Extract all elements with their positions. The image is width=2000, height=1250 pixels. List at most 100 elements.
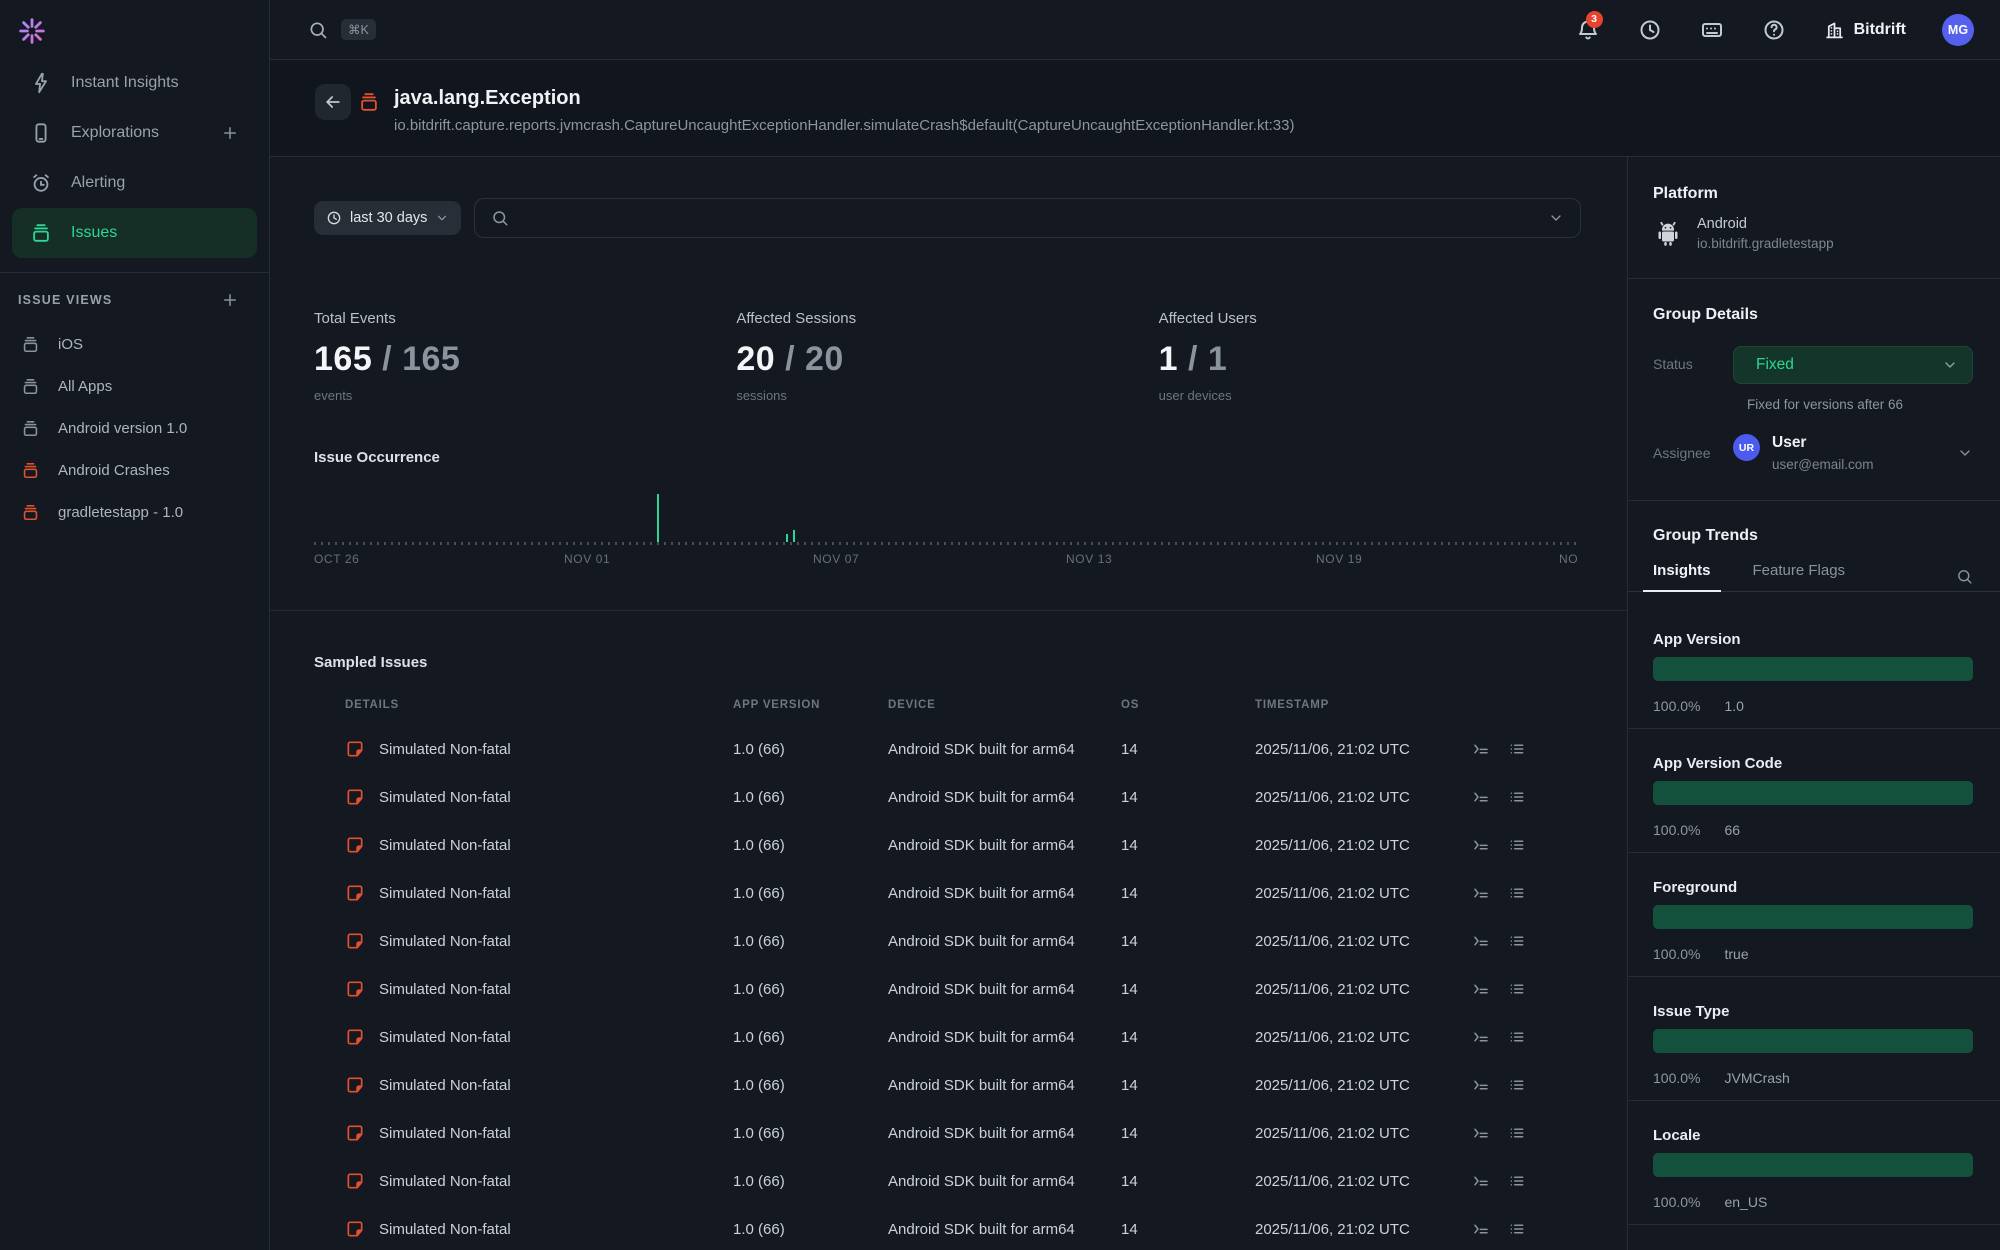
- table-row[interactable]: Simulated Non-fatal 1.0 (66) Android SDK…: [345, 917, 1581, 965]
- view-details-list-icon[interactable]: [1508, 932, 1526, 950]
- history-button[interactable]: [1638, 18, 1662, 42]
- view-timeline-icon[interactable]: [1472, 884, 1490, 902]
- bitdrift-logo-icon[interactable]: [16, 15, 48, 47]
- issue-views-list: iOS All Apps Android version 1.0 Android…: [0, 323, 269, 533]
- sidebar-item-issues[interactable]: Issues: [12, 208, 257, 258]
- view-details-list-icon[interactable]: [1508, 1220, 1526, 1238]
- back-button[interactable]: [315, 84, 351, 120]
- sidebar-issue-view-item[interactable]: iOS: [0, 323, 269, 365]
- trends-list: App Version 100.0% 1.0 App Version Code …: [1628, 592, 2000, 1225]
- search-icon[interactable]: [1956, 568, 1973, 585]
- chart-bar[interactable]: [786, 534, 788, 542]
- cell-timestamp: 2025/11/06, 21:02 UTC: [1255, 885, 1450, 902]
- sidebar-issue-view-item[interactable]: All Apps: [0, 365, 269, 407]
- cell-device: Android SDK built for arm64: [888, 1029, 1121, 1046]
- table-row[interactable]: Simulated Non-fatal 1.0 (66) Android SDK…: [345, 965, 1581, 1013]
- view-timeline-icon[interactable]: [1472, 836, 1490, 854]
- cell-timestamp: 2025/11/06, 21:02 UTC: [1255, 741, 1450, 758]
- chart-bar[interactable]: [657, 494, 659, 542]
- add-issue-view-button[interactable]: [221, 291, 239, 309]
- user-avatar[interactable]: MG: [1942, 14, 1974, 46]
- add-exploration-button[interactable]: [221, 124, 239, 142]
- trend-model: Model: [1628, 1225, 2000, 1250]
- time-range-dropdown[interactable]: last 30 days: [314, 201, 461, 235]
- assignee-avatar[interactable]: UR: [1733, 434, 1760, 461]
- table-row[interactable]: Simulated Non-fatal 1.0 (66) Android SDK…: [345, 821, 1581, 869]
- chart-bar[interactable]: [793, 530, 795, 542]
- tab-feature-flags[interactable]: Feature Flags: [1753, 562, 1846, 591]
- trend-bar[interactable]: [1653, 657, 1973, 681]
- stat-unit: events: [314, 388, 736, 403]
- trend-bar[interactable]: [1653, 1153, 1973, 1177]
- table-row[interactable]: Simulated Non-fatal 1.0 (66) Android SDK…: [345, 773, 1581, 821]
- view-details-list-icon[interactable]: [1508, 788, 1526, 806]
- view-details-list-icon[interactable]: [1508, 740, 1526, 758]
- status-dropdown[interactable]: Fixed: [1733, 346, 1973, 384]
- view-details-list-icon[interactable]: [1508, 884, 1526, 902]
- table-row[interactable]: Simulated Non-fatal 1.0 (66) Android SDK…: [345, 725, 1581, 773]
- trend-bar[interactable]: [1653, 905, 1973, 929]
- keyboard-icon: [1700, 18, 1724, 42]
- trend-bar[interactable]: [1653, 1029, 1973, 1053]
- trend-percent: 100.0%: [1653, 822, 1700, 838]
- view-details-list-icon[interactable]: [1508, 836, 1526, 854]
- view-timeline-icon[interactable]: [1472, 1124, 1490, 1142]
- chevron-down-icon[interactable]: [1548, 210, 1564, 226]
- view-timeline-icon[interactable]: [1472, 932, 1490, 950]
- view-timeline-icon[interactable]: [1472, 740, 1490, 758]
- view-timeline-icon[interactable]: [1472, 1076, 1490, 1094]
- sidebar-item-label: Issues: [71, 224, 117, 242]
- table-row[interactable]: Simulated Non-fatal 1.0 (66) Android SDK…: [345, 1157, 1581, 1205]
- table-row[interactable]: Simulated Non-fatal 1.0 (66) Android SDK…: [345, 1205, 1581, 1250]
- view-timeline-icon[interactable]: [1472, 788, 1490, 806]
- trend-percent: 100.0%: [1653, 698, 1700, 714]
- section-divider: [270, 610, 1627, 611]
- sidebar-issue-view-item[interactable]: Android Crashes: [0, 449, 269, 491]
- cell-timestamp: 2025/11/06, 21:02 UTC: [1255, 981, 1450, 998]
- lightning-icon: [30, 72, 52, 94]
- view-timeline-icon[interactable]: [1472, 1028, 1490, 1046]
- nonfatal-note-icon: [345, 883, 365, 903]
- nonfatal-note-icon: [345, 1027, 365, 1047]
- help-button[interactable]: [1762, 18, 1786, 42]
- sidebar-item-explorations[interactable]: Explorations: [0, 108, 269, 158]
- trend-bar[interactable]: [1653, 781, 1973, 805]
- cell-device: Android SDK built for arm64: [888, 1173, 1121, 1190]
- view-timeline-icon[interactable]: [1472, 1220, 1490, 1238]
- nonfatal-note-icon: [345, 1219, 365, 1239]
- cell-app-version: 1.0 (66): [733, 981, 888, 998]
- sidebar-item-alerting[interactable]: Alerting: [0, 158, 269, 208]
- table-row[interactable]: Simulated Non-fatal 1.0 (66) Android SDK…: [345, 869, 1581, 917]
- filter-search-input[interactable]: [474, 198, 1581, 238]
- table-row[interactable]: Simulated Non-fatal 1.0 (66) Android SDK…: [345, 1013, 1581, 1061]
- notifications-button[interactable]: 3: [1576, 18, 1600, 42]
- shortcuts-button[interactable]: [1700, 18, 1724, 42]
- stat-unit: user devices: [1159, 388, 1581, 403]
- issue-header: java.lang.Exception io.bitdrift.capture.…: [270, 60, 2000, 157]
- sidebar-issue-view-item[interactable]: gradletestapp - 1.0: [0, 491, 269, 533]
- chevron-down-icon[interactable]: [1957, 445, 1973, 461]
- view-label: Android version 1.0: [58, 420, 187, 437]
- view-details-list-icon[interactable]: [1508, 1172, 1526, 1190]
- sidebar-item-instant-insights[interactable]: Instant Insights: [0, 58, 269, 108]
- trend-percent: 100.0%: [1653, 1194, 1700, 1210]
- view-timeline-icon[interactable]: [1472, 980, 1490, 998]
- view-timeline-icon[interactable]: [1472, 1172, 1490, 1190]
- view-details-list-icon[interactable]: [1508, 1076, 1526, 1094]
- cell-app-version: 1.0 (66): [733, 789, 888, 806]
- global-search[interactable]: ⌘K: [308, 19, 376, 40]
- org-switcher[interactable]: Bitdrift: [1824, 19, 1906, 40]
- sidebar-issue-view-item[interactable]: Android version 1.0: [0, 407, 269, 449]
- issue-occurrence-chart[interactable]: OCT 26 NOV 01 NOV 07 NOV 13 NOV 19 NO: [314, 466, 1581, 570]
- issue-box-icon: [358, 91, 380, 113]
- cell-details: Simulated Non-fatal: [379, 1029, 511, 1046]
- cell-timestamp: 2025/11/06, 21:02 UTC: [1255, 1221, 1450, 1238]
- trend-value: true: [1724, 946, 1748, 962]
- view-details-list-icon[interactable]: [1508, 1028, 1526, 1046]
- table-row[interactable]: Simulated Non-fatal 1.0 (66) Android SDK…: [345, 1061, 1581, 1109]
- view-details-list-icon[interactable]: [1508, 1124, 1526, 1142]
- view-details-list-icon[interactable]: [1508, 980, 1526, 998]
- table-row[interactable]: Simulated Non-fatal 1.0 (66) Android SDK…: [345, 1109, 1581, 1157]
- status-value: Fixed: [1756, 356, 1794, 374]
- tab-insights[interactable]: Insights: [1653, 562, 1711, 591]
